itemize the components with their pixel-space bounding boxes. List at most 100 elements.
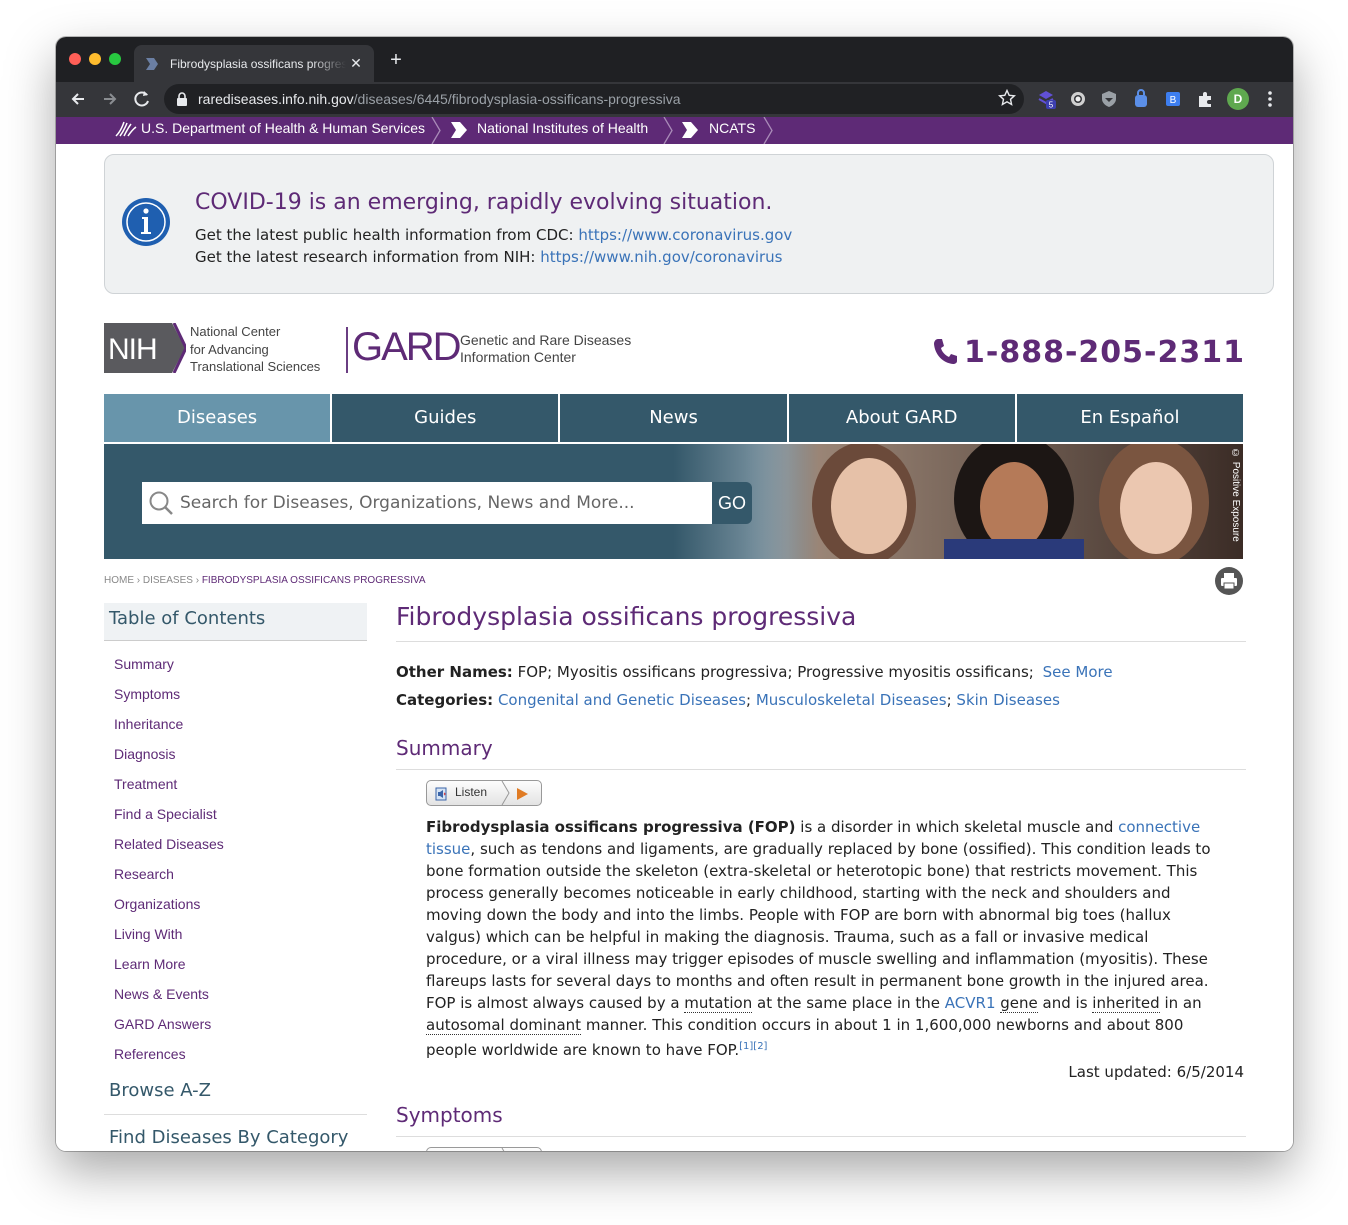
summary-span: is a disorder in which skeletal muscle a… bbox=[795, 818, 1119, 836]
chevron-divider-icon bbox=[501, 781, 510, 805]
last-updated: Last updated: 6/5/2014 bbox=[1068, 1063, 1244, 1081]
browser-tab[interactable]: Fibrodysplasia ossificans progressiva ✕ bbox=[134, 45, 374, 82]
category-link[interactable]: Congenital and Genetic Diseases bbox=[498, 691, 746, 709]
phone-text: 1-888-205-2311 bbox=[964, 335, 1245, 370]
phone-number[interactable]: 1-888-205-2311 bbox=[934, 335, 1245, 371]
ncats-name: National Center for Advancing Translatio… bbox=[190, 323, 320, 376]
breadcrumb-current: FIBRODYSPLASIA OSSIFICANS PROGRESSIVA bbox=[201, 575, 426, 586]
category-link[interactable]: Musculoskeletal Diseases bbox=[756, 691, 947, 709]
toc-item-organizations[interactable]: Organizations bbox=[104, 889, 367, 919]
chevron-right-icon bbox=[663, 117, 673, 144]
toc-item-references[interactable]: References bbox=[104, 1039, 367, 1069]
new-tab-button[interactable]: + bbox=[386, 50, 406, 70]
disease-title: Fibrodysplasia ossificans progressiva bbox=[396, 602, 1246, 642]
listen-button[interactable]: Listen bbox=[426, 1147, 542, 1151]
summary-span: in an bbox=[1159, 994, 1202, 1012]
close-window-button[interactable] bbox=[69, 53, 81, 65]
agency-bar: U.S. Department of Health & Human Servic… bbox=[56, 117, 1293, 144]
zoom-window-button[interactable] bbox=[109, 53, 121, 65]
category-link[interactable]: Skin Diseases bbox=[956, 691, 1059, 709]
speaker-icon bbox=[435, 787, 447, 801]
record-extension-icon[interactable] bbox=[1068, 89, 1088, 109]
kebab-menu-icon[interactable] bbox=[1261, 88, 1279, 110]
summary-span: and is bbox=[1037, 994, 1093, 1012]
cdc-text: Get the latest public health information… bbox=[195, 226, 574, 244]
breadcrumb-diseases[interactable]: DISEASES bbox=[143, 575, 193, 586]
profile-avatar[interactable]: D bbox=[1227, 88, 1249, 110]
see-more-link[interactable]: See More bbox=[1043, 663, 1113, 681]
toc-item-find-a-specialist[interactable]: Find a Specialist bbox=[104, 799, 367, 829]
ncats-link[interactable]: NCATS bbox=[709, 117, 755, 144]
glossary-term-inherited[interactable]: inherited bbox=[1092, 994, 1160, 1013]
extension-badge: 5 bbox=[1049, 101, 1054, 110]
toc-item-inheritance[interactable]: Inheritance bbox=[104, 709, 367, 739]
tab-close-icon[interactable]: ✕ bbox=[348, 55, 364, 71]
listen-label: Listen bbox=[455, 785, 488, 799]
nav-guides[interactable]: Guides bbox=[332, 394, 561, 442]
find-by-category-link[interactable]: Find Diseases By Category bbox=[104, 1115, 367, 1151]
summary-text: Fibrodysplasia ossificans progressiva (F… bbox=[426, 816, 1216, 1061]
svg-text:B: B bbox=[1170, 95, 1177, 106]
bookmark-star-icon[interactable] bbox=[998, 89, 1016, 107]
categories-label: Categories: bbox=[396, 691, 494, 709]
print-icon[interactable] bbox=[1214, 566, 1244, 596]
listen-button[interactable]: Listen bbox=[426, 780, 542, 806]
play-icon bbox=[517, 788, 528, 800]
nih-covid-link[interactable]: https://www.nih.gov/coronavirus bbox=[540, 248, 782, 266]
cdc-link[interactable]: https://www.coronavirus.gov bbox=[578, 226, 792, 244]
translate-extension-icon[interactable]: B bbox=[1163, 89, 1183, 109]
search-go-button[interactable]: GO bbox=[712, 482, 752, 524]
back-arrow-icon[interactable] bbox=[67, 88, 89, 110]
nih-logo[interactable]: NIH bbox=[104, 323, 186, 373]
photo-credit: © Positive Exposure bbox=[1230, 448, 1241, 542]
glossary-term-mutation[interactable]: mutation bbox=[684, 994, 753, 1013]
toc-item-summary[interactable]: Summary bbox=[104, 649, 367, 679]
tab-title: Fibrodysplasia ossificans progressiva bbox=[170, 57, 346, 71]
symptoms-section: Listen bbox=[396, 1137, 1246, 1151]
gard-logo[interactable]: GARD bbox=[352, 325, 462, 369]
ncats-line: for Advancing bbox=[190, 341, 269, 357]
minimize-window-button[interactable] bbox=[89, 53, 101, 65]
browser-window: Fibrodysplasia ossificans progressiva ✕ … bbox=[56, 37, 1293, 1151]
toc-item-treatment[interactable]: Treatment bbox=[104, 769, 367, 799]
hhs-link[interactable]: U.S. Department of Health & Human Servic… bbox=[141, 117, 425, 144]
extension-icon[interactable]: 5 bbox=[1036, 89, 1056, 109]
reload-icon[interactable] bbox=[131, 88, 153, 110]
nav-news[interactable]: News bbox=[560, 394, 789, 442]
nav-en-espanol[interactable]: En Español bbox=[1017, 394, 1243, 442]
toc-item-learn-more[interactable]: Learn More bbox=[104, 949, 367, 979]
toc-item-symptoms[interactable]: Symptoms bbox=[104, 679, 367, 709]
toc-item-related-diseases[interactable]: Related Diseases bbox=[104, 829, 367, 859]
toc-item-news-events[interactable]: News & Events bbox=[104, 979, 367, 1009]
nav-diseases[interactable]: Diseases bbox=[104, 394, 333, 442]
gard-line: Genetic and Rare Diseases bbox=[460, 332, 632, 348]
acvr1-link[interactable]: ACVR1 bbox=[945, 994, 996, 1012]
phone-icon bbox=[934, 339, 958, 364]
search-input[interactable] bbox=[180, 482, 710, 524]
search-icon bbox=[149, 491, 173, 515]
toc-item-living-with[interactable]: Living With bbox=[104, 919, 367, 949]
logo-divider bbox=[346, 327, 348, 373]
summary-span: , such as tendons and ligaments, are gra… bbox=[426, 840, 1211, 1012]
url-host: rarediseases.info.nih.gov bbox=[198, 91, 354, 107]
breadcrumb-home[interactable]: HOME bbox=[104, 575, 134, 586]
lock-icon[interactable] bbox=[176, 92, 188, 106]
bag-extension-icon[interactable] bbox=[1131, 89, 1151, 109]
toc-item-diagnosis[interactable]: Diagnosis bbox=[104, 739, 367, 769]
address-bar[interactable]: rarediseases.info.nih.gov/diseases/6445/… bbox=[164, 84, 1024, 114]
covid-cdc-line: Get the latest public health information… bbox=[195, 226, 792, 244]
forward-arrow-icon[interactable] bbox=[99, 88, 121, 110]
nav-about-gard[interactable]: About GARD bbox=[789, 394, 1017, 442]
shield-extension-icon[interactable] bbox=[1099, 89, 1119, 109]
glossary-term-gene[interactable]: gene bbox=[1000, 994, 1038, 1013]
puzzle-extensions-icon[interactable] bbox=[1195, 89, 1215, 109]
nih-link[interactable]: National Institutes of Health bbox=[477, 117, 648, 144]
toc-item-research[interactable]: Research bbox=[104, 859, 367, 889]
browse-a-z-link[interactable]: Browse A-Z bbox=[104, 1069, 367, 1115]
reference-links[interactable]: [1][2] bbox=[739, 1041, 767, 1052]
toc-item-gard-answers[interactable]: GARD Answers bbox=[104, 1009, 367, 1039]
summary-section: Listen Fibrodysplasia ossificans progres… bbox=[396, 770, 1246, 1081]
glossary-term-autosomal-dominant[interactable]: autosomal dominant bbox=[426, 1016, 582, 1035]
summary-span: at the same place in the bbox=[752, 994, 945, 1012]
screen: Fibrodysplasia ossificans progressiva ✕ … bbox=[0, 0, 1348, 1225]
